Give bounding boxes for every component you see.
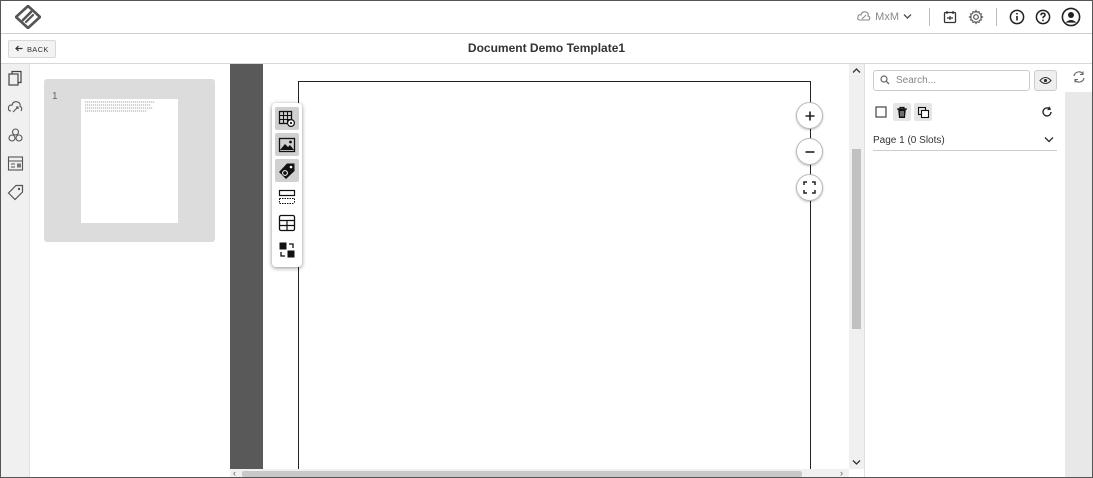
page-number: 1 bbox=[52, 91, 58, 102]
top-bar: MxM bbox=[1, 1, 1092, 34]
row-section-tool[interactable] bbox=[275, 185, 299, 208]
plus-icon bbox=[805, 111, 814, 120]
page-section-label: Page 1 (0 Slots) bbox=[873, 134, 945, 146]
delete-button[interactable] bbox=[893, 103, 911, 121]
sync-icon[interactable] bbox=[1072, 70, 1086, 89]
swap-icon bbox=[279, 242, 295, 257]
thumbnail-preview bbox=[81, 99, 178, 223]
components-icon[interactable] bbox=[7, 127, 24, 144]
image-icon bbox=[278, 137, 296, 152]
scroll-up-icon[interactable] bbox=[852, 67, 861, 74]
right-rail-panel bbox=[1065, 92, 1092, 477]
horizontal-scrollbar[interactable]: ‹ › bbox=[230, 468, 849, 477]
vertical-scroll-thumb[interactable] bbox=[852, 149, 861, 329]
tags-icon[interactable] bbox=[7, 184, 24, 201]
scroll-left-icon[interactable]: ‹ bbox=[233, 468, 236, 477]
cloud-data-icon[interactable] bbox=[7, 98, 24, 115]
zoom-out-button[interactable] bbox=[796, 138, 823, 165]
divider bbox=[929, 8, 930, 26]
select-all-checkbox[interactable] bbox=[872, 103, 890, 121]
divider bbox=[996, 8, 997, 26]
right-rail bbox=[1065, 64, 1092, 477]
canvas-workspace bbox=[263, 64, 849, 469]
help-icon[interactable] bbox=[1030, 4, 1056, 30]
fullscreen-icon bbox=[803, 181, 816, 194]
eye-icon bbox=[1039, 76, 1052, 85]
image-tool[interactable] bbox=[275, 133, 299, 156]
top-right-controls: MxM bbox=[857, 1, 1092, 33]
row-section-icon bbox=[278, 189, 296, 204]
copy-icon bbox=[917, 106, 929, 118]
info-icon[interactable] bbox=[1004, 4, 1030, 30]
page-title: Document Demo Template1 bbox=[467, 41, 626, 55]
duplicate-button[interactable] bbox=[914, 103, 932, 121]
form-fields-icon[interactable] bbox=[7, 155, 24, 172]
grid-table-tool[interactable] bbox=[275, 211, 299, 234]
trash-icon bbox=[897, 106, 907, 118]
refresh-icon bbox=[1042, 106, 1052, 117]
scroll-right-icon[interactable]: › bbox=[840, 468, 843, 477]
document-page[interactable] bbox=[298, 81, 811, 469]
design-toolbox bbox=[272, 103, 302, 267]
refresh-slots-button[interactable] bbox=[1038, 103, 1056, 121]
fit-screen-button[interactable] bbox=[796, 174, 823, 201]
table-settings-icon bbox=[278, 110, 296, 127]
pages-icon[interactable] bbox=[7, 70, 24, 87]
scroll-down-icon[interactable] bbox=[852, 459, 861, 466]
user-menu[interactable]: MxM bbox=[857, 10, 912, 25]
minus-icon bbox=[805, 150, 814, 153]
cloud-user-icon bbox=[857, 10, 871, 25]
tag-tool[interactable] bbox=[275, 159, 299, 182]
logo-icon[interactable] bbox=[14, 4, 42, 30]
tag-icon bbox=[279, 163, 295, 179]
search-icon bbox=[880, 72, 890, 90]
search-input[interactable] bbox=[896, 75, 1016, 86]
chevron-down-icon bbox=[903, 11, 912, 23]
app-window: MxM BACK Document Demo Template1 1 ‹ › S… bbox=[0, 0, 1093, 478]
right-panel: Page 1 (0 Slots) bbox=[864, 64, 1065, 477]
table-settings-tool[interactable] bbox=[275, 107, 299, 130]
export-icon[interactable] bbox=[937, 4, 963, 30]
gear-icon[interactable] bbox=[963, 4, 989, 30]
thumbnail-panel: 1 bbox=[30, 64, 230, 477]
user-initials: MxM bbox=[875, 11, 899, 23]
account-icon[interactable] bbox=[1058, 4, 1084, 30]
thumbnail-text-lines bbox=[85, 101, 155, 112]
page-thumbnail[interactable]: 1 bbox=[44, 79, 215, 242]
document-canvas[interactable] bbox=[230, 64, 849, 469]
grid-table-icon bbox=[278, 214, 296, 231]
chevron-down-icon[interactable] bbox=[1044, 135, 1054, 146]
search-box bbox=[873, 70, 1030, 91]
page-section-row[interactable]: Page 1 (0 Slots) bbox=[873, 130, 1057, 151]
vertical-scrollbar[interactable] bbox=[849, 64, 864, 469]
title-bar: BACK Document Demo Template1 bbox=[1, 34, 1092, 64]
checkbox-icon bbox=[875, 106, 887, 118]
horizontal-scroll-thumb[interactable] bbox=[242, 471, 802, 477]
toggle-visibility-button[interactable] bbox=[1034, 70, 1057, 91]
zoom-in-button[interactable] bbox=[796, 102, 823, 129]
swap-tool[interactable] bbox=[275, 238, 299, 261]
left-rail bbox=[1, 64, 30, 477]
